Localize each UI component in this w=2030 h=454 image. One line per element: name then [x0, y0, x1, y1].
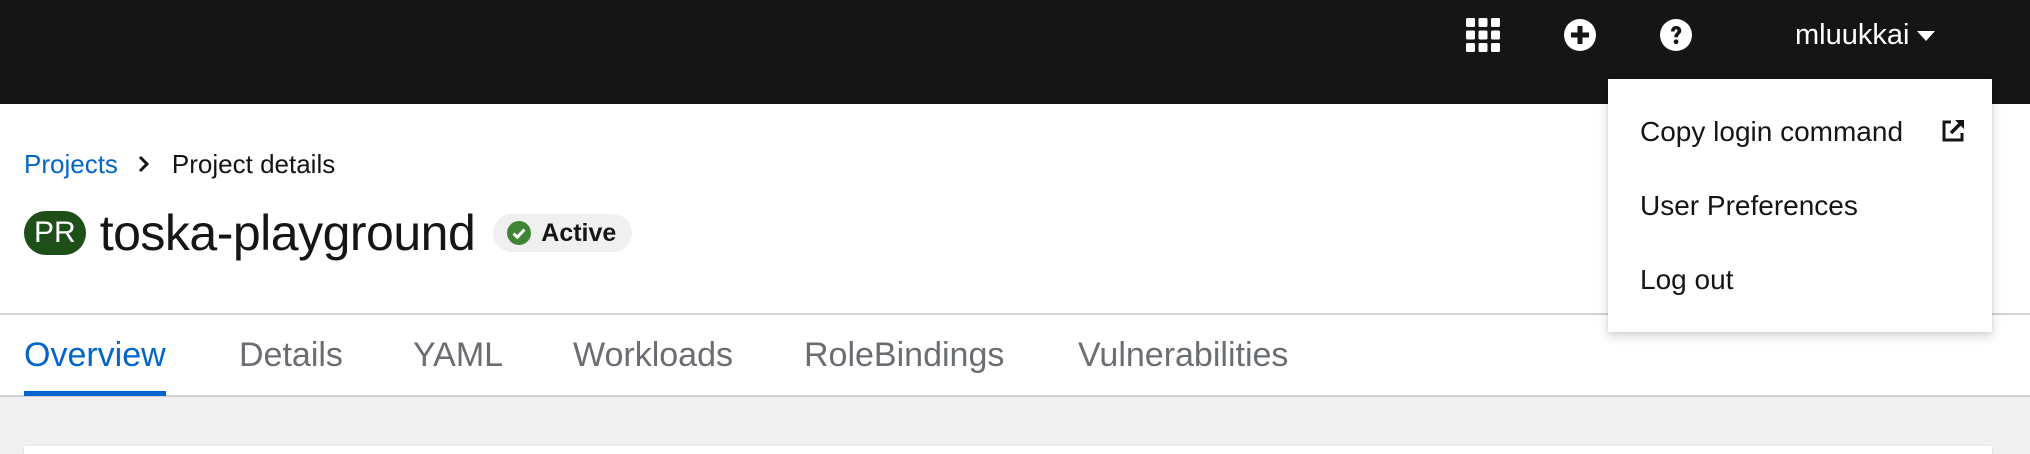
breadcrumb-current: Project details — [171, 148, 336, 179]
plus-circle-icon[interactable] — [1559, 14, 1601, 56]
user-menu-toggle[interactable]: mluukkai — [1795, 14, 1936, 56]
tab-details[interactable]: Details — [239, 315, 343, 395]
menu-item-user-preferences[interactable]: User Preferences — [1640, 181, 1858, 231]
status-badge: Active — [493, 214, 633, 252]
content-card — [24, 446, 1992, 454]
menu-item-copy-login-command[interactable]: Copy login command — [1640, 107, 1980, 157]
tab-rolebindings[interactable]: RoleBindings — [804, 315, 1004, 395]
tab-workloads[interactable]: Workloads — [573, 315, 733, 395]
external-link-icon — [1940, 118, 1966, 151]
username: mluukkai — [1795, 18, 1910, 51]
menu-item-log-out[interactable]: Log out — [1640, 255, 1733, 305]
grid-icon[interactable] — [1462, 14, 1504, 56]
caret-down-icon — [1917, 31, 1936, 41]
breadcrumb: Projects Project details — [24, 144, 335, 184]
status-text: Active — [541, 218, 617, 247]
chevron-right-icon — [138, 155, 150, 173]
user-dropdown-menu: Copy login command User Preferences Log … — [1608, 79, 1992, 332]
tab-yaml[interactable]: YAML — [413, 315, 503, 395]
page-title: PR toska-playground Active — [24, 200, 633, 266]
project-name: toska-playground — [99, 205, 476, 261]
resource-type-badge: PR — [24, 211, 86, 255]
check-circle-icon — [507, 221, 532, 245]
tab-overview[interactable]: Overview — [24, 315, 166, 396]
breadcrumb-projects-link[interactable]: Projects — [24, 149, 118, 180]
question-circle-icon[interactable] — [1655, 14, 1697, 56]
tab-vulnerabilities[interactable]: Vulnerabilities — [1078, 315, 1288, 395]
menu-item-label: Copy login command — [1640, 116, 1904, 147]
